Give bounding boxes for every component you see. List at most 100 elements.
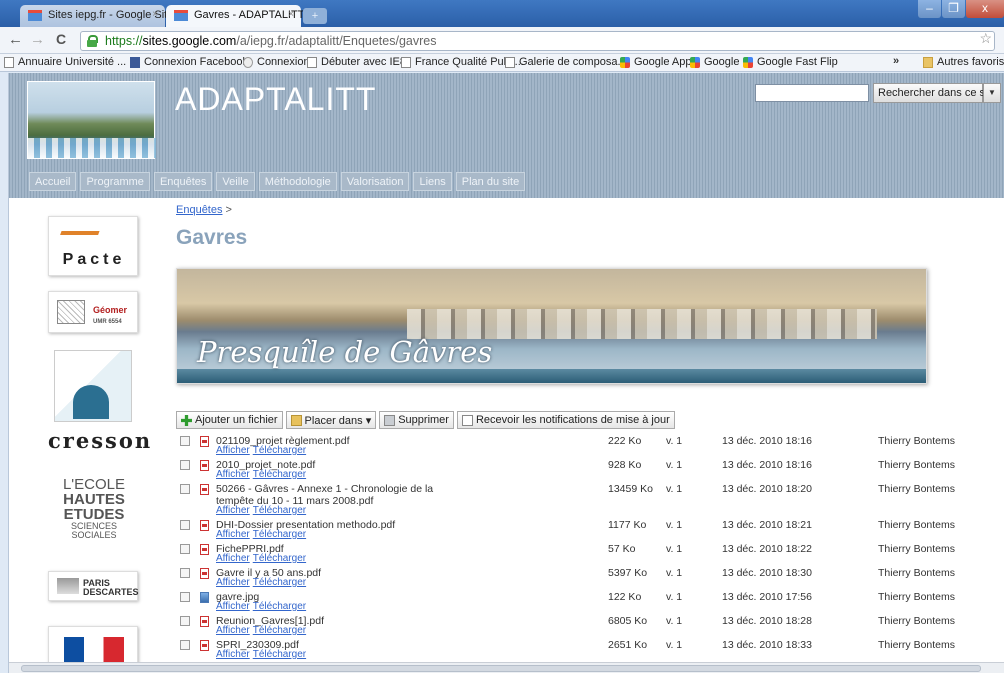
site-logo-image[interactable] — [27, 81, 156, 159]
bookmark-galerie[interactable]: Galerie de composa... — [505, 56, 627, 68]
bookmark-facebook[interactable]: Connexion Facebook — [130, 56, 248, 68]
download-file-link[interactable]: Télécharger — [253, 625, 306, 636]
move-to-button[interactable]: Placer dans ▾ — [285, 411, 377, 429]
bookmarks-overflow-chevron[interactable]: » — [893, 55, 899, 67]
pdf-file-icon — [200, 484, 209, 495]
file-checkbox[interactable] — [180, 640, 190, 650]
new-tab-button[interactable]: + — [303, 8, 327, 24]
view-file-link[interactable]: Afficher — [216, 469, 250, 480]
bookmark-annuaire[interactable]: Annuaire Université ... — [4, 56, 126, 68]
view-file-link[interactable]: Afficher — [216, 577, 250, 588]
file-date: 13 déc. 2010 18:20 — [722, 483, 812, 495]
pacte-logo[interactable]: Pacte — [48, 216, 138, 276]
bookmark-label: Connexion — [257, 56, 310, 68]
bookmark-google-fast-flip[interactable]: Google Fast Flip — [743, 56, 838, 68]
nav-valorisation[interactable]: Valorisation — [340, 172, 410, 191]
view-file-link[interactable]: Afficher — [216, 505, 250, 516]
subscribe-notifications-button[interactable]: Recevoir les notifications de mise à jou… — [456, 411, 675, 429]
close-window-button[interactable]: x — [966, 0, 1004, 18]
file-checkbox[interactable] — [180, 460, 190, 470]
close-tab-icon[interactable]: × — [288, 9, 294, 20]
nav-methodologie[interactable]: Méthodologie — [258, 172, 337, 191]
tab-sites-iepg[interactable]: Sites iepg.fr - Google Sites × — [20, 5, 179, 27]
view-file-link[interactable]: Afficher — [216, 553, 250, 564]
maximize-button[interactable]: ❐ — [942, 0, 965, 18]
nav-enquetes[interactable]: Enquêtes — [153, 172, 213, 191]
forward-button[interactable]: → — [30, 31, 45, 48]
view-file-link[interactable]: Afficher — [216, 625, 250, 636]
tab-gavres[interactable]: Gavres - ADAPTALITT × — [166, 5, 304, 27]
ehess-logo[interactable]: L'ECOLE HAUTES ETUDES SCIENCES SOCIALES — [48, 473, 138, 553]
delete-button[interactable]: Supprimer — [379, 411, 454, 429]
file-checkbox[interactable] — [180, 520, 190, 530]
file-version-link[interactable]: v. 1 — [666, 483, 682, 495]
reload-button[interactable]: C — [56, 31, 66, 47]
search-scope-dropdown[interactable]: ▼ — [983, 83, 1001, 103]
file-checkbox[interactable] — [180, 592, 190, 602]
download-file-link[interactable]: Télécharger — [253, 601, 306, 612]
bookmark-label: Google — [704, 56, 740, 68]
file-name[interactable]: 50266 - Gâvres - Annexe 1 - Chronologie … — [216, 483, 446, 507]
file-version-link[interactable]: v. 1 — [666, 459, 682, 471]
nav-programme[interactable]: Programme — [80, 172, 150, 191]
file-checkbox[interactable] — [180, 484, 190, 494]
nav-veille[interactable]: Veille — [216, 172, 255, 191]
bookmark-ie8[interactable]: Débuter avec IE8 — [307, 56, 406, 68]
file-checkbox[interactable] — [180, 616, 190, 626]
nav-plan-du-site[interactable]: Plan du site — [455, 172, 526, 191]
address-bar[interactable]: https://sites.google.com/a/iepg.fr/adapt… — [80, 31, 995, 51]
back-button[interactable]: ← — [8, 31, 23, 48]
bookmark-google[interactable]: Google — [690, 56, 739, 68]
file-version-link[interactable]: v. 1 — [666, 519, 682, 531]
nav-accueil[interactable]: Accueil — [29, 172, 77, 191]
file-owner: Thierry Bontems — [878, 543, 956, 555]
file-checkbox[interactable] — [180, 436, 190, 446]
file-version-link[interactable]: v. 1 — [666, 543, 682, 555]
download-file-link[interactable]: Télécharger — [253, 529, 306, 540]
geomer-logo[interactable]: Géomer UMR 6554 — [48, 291, 138, 333]
bookmark-star-icon[interactable]: ☆ — [979, 30, 992, 47]
file-version-link[interactable]: v. 1 — [666, 615, 682, 627]
minimize-button[interactable]: – — [918, 0, 941, 18]
file-row: FichePPRI.pdf Afficher Télécharger 57 Ko v. … — [176, 541, 996, 565]
file-version-link[interactable]: v. 1 — [666, 639, 682, 651]
bookmark-connexion[interactable]: Connexion — [243, 56, 310, 68]
download-file-link[interactable]: Télécharger — [253, 445, 306, 456]
file-row: 021109_projet règlement.pdf Afficher Téléc… — [176, 433, 996, 457]
left-frame — [0, 73, 9, 673]
file-checkbox[interactable] — [180, 544, 190, 554]
site-search-input[interactable] — [755, 84, 869, 102]
site-search-button[interactable]: Rechercher dans ce site — [873, 83, 997, 103]
site-title[interactable]: ADAPTALITT — [175, 81, 376, 118]
file-checkbox[interactable] — [180, 568, 190, 578]
download-file-link[interactable]: Télécharger — [253, 505, 306, 516]
cresson-logo[interactable]: cresson — [48, 346, 150, 461]
bookmark-google-apps[interactable]: Google Apps — [620, 56, 697, 68]
republique-francaise-logo[interactable] — [48, 626, 138, 662]
file-version-link[interactable]: v. 1 — [666, 435, 682, 447]
paris-descartes-logo[interactable]: PARIS DESCARTES — [48, 571, 139, 601]
download-file-link[interactable]: Télécharger — [253, 577, 306, 588]
download-file-link[interactable]: Télécharger — [253, 649, 306, 660]
file-version-link[interactable]: v. 1 — [666, 591, 682, 603]
view-file-link[interactable]: Afficher — [216, 601, 250, 612]
download-file-link[interactable]: Télécharger — [253, 469, 306, 480]
download-file-link[interactable]: Télécharger — [253, 553, 306, 564]
horizontal-scrollbar[interactable] — [9, 662, 1004, 673]
file-actions: Afficher Télécharger — [216, 649, 309, 660]
envelope-icon — [461, 415, 473, 426]
breadcrumb-link-enquetes[interactable]: Enquêtes — [176, 204, 222, 216]
pacte-mark-icon — [56, 231, 100, 245]
file-version-link[interactable]: v. 1 — [666, 567, 682, 579]
site-header: ADAPTALITT Rechercher dans ce site ▼ Acc… — [9, 73, 1004, 198]
view-file-link[interactable]: Afficher — [216, 649, 250, 660]
close-tab-icon[interactable]: × — [152, 9, 158, 20]
add-file-button[interactable]: Ajouter un fichier — [176, 411, 283, 429]
add-file-label: Ajouter un fichier — [195, 414, 278, 426]
scrollbar-thumb[interactable] — [21, 665, 981, 672]
view-file-link[interactable]: Afficher — [216, 445, 250, 456]
view-file-link[interactable]: Afficher — [216, 529, 250, 540]
page-icon — [307, 57, 317, 68]
bookmark-other-folder[interactable]: Autres favoris — [923, 56, 1004, 68]
nav-liens[interactable]: Liens — [413, 172, 452, 191]
